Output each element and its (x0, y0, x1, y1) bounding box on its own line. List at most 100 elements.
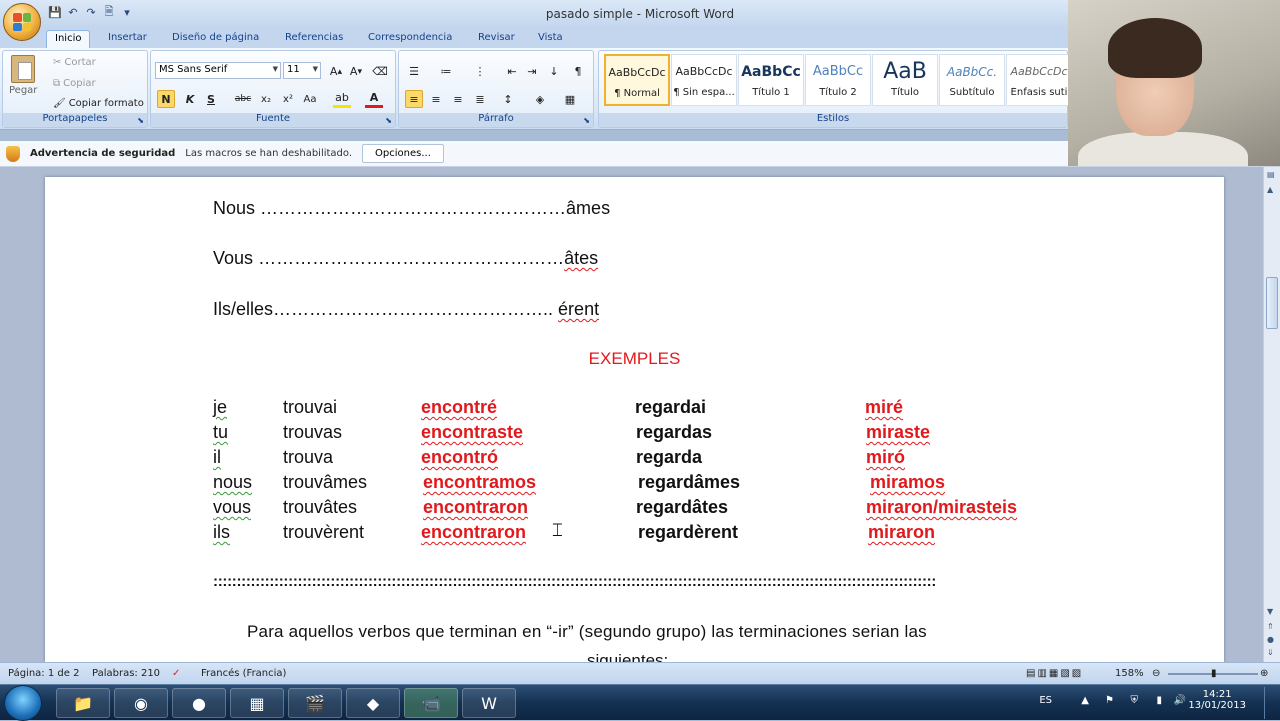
word-count[interactable]: Palabras: 210 (92, 668, 160, 679)
justify-icon[interactable]: ≣ (471, 90, 489, 108)
underline-icon[interactable]: S (202, 90, 220, 108)
page-count[interactable]: Página: 1 de 2 (8, 668, 79, 679)
spanish-verb-cell: encontraron (421, 522, 527, 542)
increase-indent-icon[interactable]: ⇥ (523, 62, 541, 80)
ruler-toggle-icon[interactable]: ▤ (1267, 170, 1275, 179)
proofing-icon[interactable]: ✓ (172, 668, 180, 679)
format-painter-button[interactable]: 🖌 Copiar formato (53, 98, 144, 109)
explorer-taskbar-icon[interactable]: 📁 (56, 688, 110, 718)
style-name: Título 1 (752, 87, 790, 98)
clear-format-icon[interactable]: ⌫ (371, 62, 389, 80)
tab-referencias[interactable]: Referencias (277, 30, 351, 48)
tab-insertar[interactable]: Insertar (100, 30, 155, 48)
word-taskbar-icon[interactable]: W (462, 688, 516, 718)
line-spacing-icon[interactable]: ↕ (499, 90, 517, 108)
options-button[interactable]: Opciones... (362, 144, 444, 163)
clock[interactable]: 14:21 13/01/2013 (1188, 689, 1246, 711)
video-editor-taskbar-icon[interactable]: 🎬 (288, 688, 342, 718)
dialog-launcher-icon[interactable]: ⬊ (137, 116, 144, 125)
chrome-taskbar-icon[interactable]: ◉ (114, 688, 168, 718)
recorder-taskbar-icon[interactable]: 📹 (404, 688, 458, 718)
style-preview: AaB (883, 59, 927, 84)
strikethrough-icon[interactable]: abc (234, 90, 252, 108)
style-normal[interactable]: AaBbCcDc ¶ Normal (604, 54, 670, 106)
zoom-in-icon[interactable]: ⊕ (1260, 668, 1268, 679)
previous-page-icon[interactable]: ⇑ (1267, 622, 1274, 631)
zoom-out-icon[interactable]: ⊖ (1152, 668, 1160, 679)
font-group-label: Fuente (151, 113, 395, 127)
show-marks-icon[interactable]: ¶ (569, 62, 587, 80)
scrollbar-thumb[interactable] (1266, 277, 1278, 329)
sort-icon[interactable]: ↓ (545, 62, 563, 80)
shrink-font-icon[interactable]: A ▾ (347, 62, 365, 80)
numbering-icon[interactable]: ≔ (437, 62, 455, 80)
style-enfasis-sutil[interactable]: AaBbCcDc Énfasis suti (1006, 54, 1072, 106)
spanish-verb-cell: miró (866, 447, 906, 467)
bold-icon[interactable]: N (157, 90, 175, 108)
zoom-slider-thumb-icon[interactable]: ▮ (1211, 668, 1217, 679)
app-taskbar-icon[interactable]: ◆ (346, 688, 400, 718)
highlight-icon[interactable]: ab (333, 90, 351, 108)
align-right-icon[interactable]: ≡ (449, 90, 467, 108)
dialog-launcher-icon[interactable]: ⬊ (583, 116, 590, 125)
language-indicator[interactable]: Francés (Francia) (201, 668, 286, 679)
office-logo-icon (13, 13, 31, 31)
copy-button[interactable]: ⧉ Copiar (53, 78, 96, 89)
pronoun-cell: ils (213, 522, 230, 542)
network-icon[interactable]: ▮ (1156, 695, 1162, 706)
style-titulo-2[interactable]: AaBbCc Título 2 (805, 54, 871, 106)
calculator-taskbar-icon[interactable]: ▦ (230, 688, 284, 718)
security-tray-icon[interactable]: ⛨ (1131, 695, 1139, 706)
scroll-up-icon[interactable]: ▲ (1267, 185, 1273, 194)
office-button[interactable] (3, 3, 41, 41)
font-size-combo[interactable]: 11 ▼ (283, 62, 321, 79)
multilevel-list-icon[interactable]: ⋮ (471, 62, 489, 80)
grow-font-icon[interactable]: A ▴ (327, 62, 345, 80)
style-name: Énfasis suti (1010, 87, 1068, 98)
scroll-down-icon[interactable]: ▼ (1267, 607, 1273, 616)
show-desktop-button[interactable] (1264, 687, 1274, 719)
zoom-level[interactable]: 158% (1115, 668, 1144, 679)
align-center-icon[interactable]: ≡ (427, 90, 445, 108)
shading-icon[interactable]: ◈ (531, 90, 549, 108)
superscript-icon[interactable]: x² (279, 90, 297, 108)
french-verb-cell: trouvas (283, 422, 343, 442)
change-case-icon[interactable]: Aa (301, 90, 319, 108)
tab-diseno-pagina[interactable]: Diseño de página (164, 30, 267, 48)
cut-button[interactable]: ✂ Cortar (53, 57, 96, 68)
tab-inicio[interactable]: Inicio (46, 30, 91, 48)
action-center-icon[interactable]: ⚑ (1105, 695, 1114, 706)
document-workspace: Nous ……………………………………………âmes Vous ……………………… (0, 167, 1263, 662)
subscript-icon[interactable]: x₂ (257, 90, 275, 108)
browse-object-icon[interactable]: ● (1267, 635, 1274, 644)
tab-revisar[interactable]: Revisar (470, 30, 523, 48)
paste-button[interactable]: Pegar (9, 55, 37, 105)
font-name-combo[interactable]: MS Sans Serif ▼ (155, 62, 281, 79)
spanish-verb-cell: encontraste (421, 422, 524, 442)
language-indicator-tray[interactable]: ES (1039, 695, 1052, 706)
view-buttons-icon[interactable]: ▤▥▦▧▨ (1026, 668, 1083, 679)
font-color-icon[interactable]: A (365, 90, 383, 108)
vertical-scrollbar[interactable]: ▤ ▲ ▼ ⇑ ● ⇓ (1263, 167, 1280, 662)
style-titulo-1[interactable]: AaBbCc Título 1 (738, 54, 804, 106)
style-subtitulo[interactable]: AaBbCc. Subtítulo (939, 54, 1005, 106)
align-left-icon[interactable]: ≡ (405, 90, 423, 108)
conjugation-line-ils: Ils/elles……………………………………….. érent (213, 299, 599, 320)
style-titulo[interactable]: AaB Título (872, 54, 938, 106)
bullets-icon[interactable]: ☰ (405, 62, 423, 80)
style-preview: AaBbCc. (946, 65, 998, 79)
dialog-launcher-icon[interactable]: ⬊ (385, 116, 392, 125)
volume-icon[interactable]: 🔊 (1174, 695, 1186, 706)
decrease-indent-icon[interactable]: ⇤ (503, 62, 521, 80)
next-page-icon[interactable]: ⇓ (1267, 648, 1274, 657)
style-sin-espaciado[interactable]: AaBbCcDc ¶ Sin espa... (671, 54, 737, 106)
tray-expand-icon[interactable]: ▲ (1081, 695, 1089, 706)
borders-icon[interactable]: ▦ (561, 90, 579, 108)
tab-vista[interactable]: Vista (530, 30, 571, 48)
document-page[interactable]: Nous ……………………………………………âmes Vous ……………………… (45, 177, 1224, 662)
tab-correspondencia[interactable]: Correspondencia (360, 30, 460, 48)
windows-start-icon[interactable] (4, 685, 42, 721)
italic-icon[interactable]: K (181, 90, 199, 108)
paste-label: Pegar (9, 85, 38, 96)
messenger-taskbar-icon[interactable]: ● (172, 688, 226, 718)
